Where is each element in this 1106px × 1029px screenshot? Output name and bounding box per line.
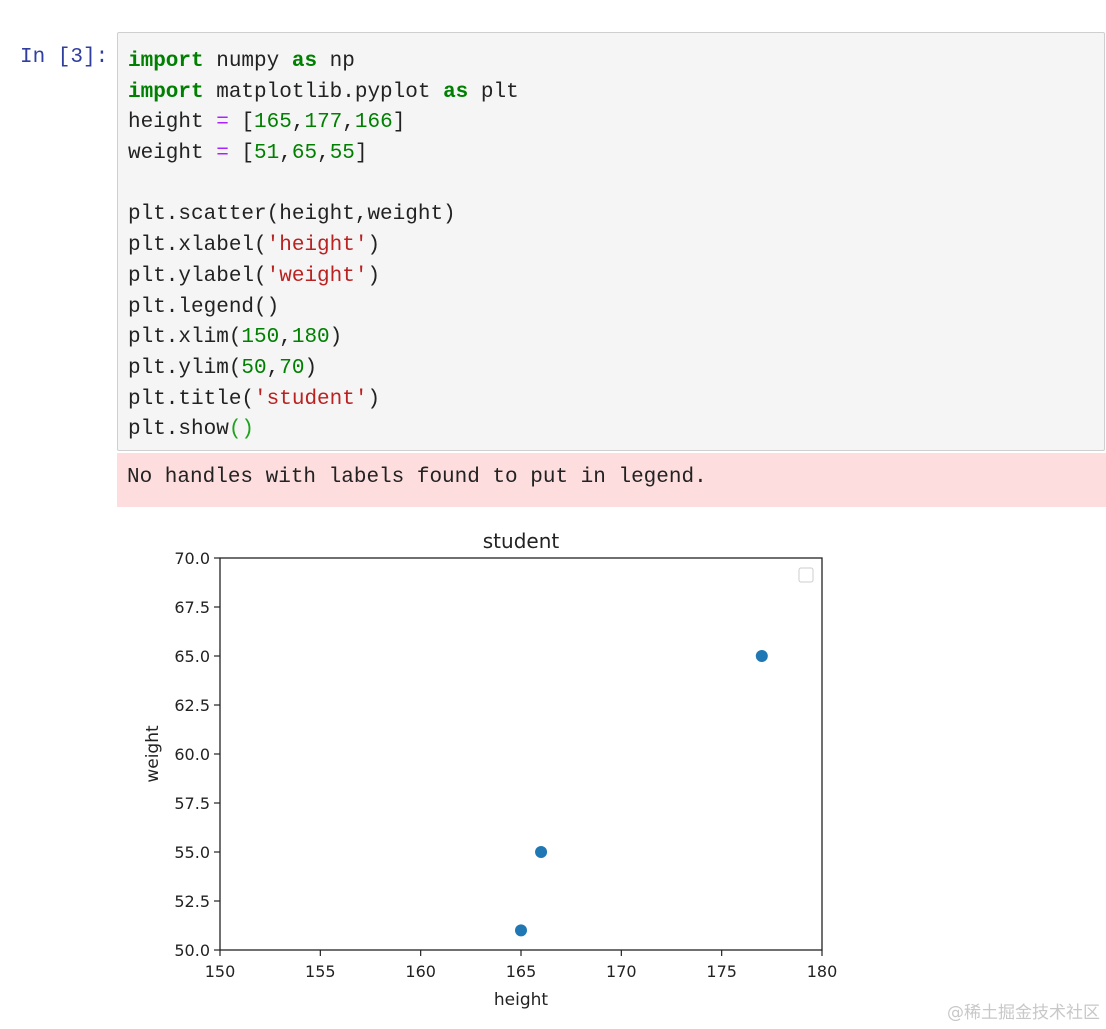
- code-token: plt: [468, 80, 519, 104]
- code-token: 177: [304, 111, 343, 135]
- code-line: weight = [51,65,55]: [128, 139, 1104, 170]
- code-token: ): [329, 326, 343, 350]
- code-token: 180: [291, 326, 330, 350]
- code-token: matplotlib.pyplot: [203, 80, 444, 104]
- scatter-chart: student 150 155 160 165 170 175 180 50.0 52.5 55…: [143, 529, 838, 1010]
- code-token: plt.scatter(height,weight): [128, 203, 456, 227]
- code-token: 150: [241, 326, 280, 350]
- code-token: ): [367, 234, 381, 258]
- x-tick-label: 150: [205, 962, 236, 981]
- code-token: ]: [392, 111, 406, 135]
- code-line: import matplotlib.pyplot as plt: [128, 78, 1104, 109]
- stderr-output: No handles with labels found to put in l…: [117, 453, 1106, 507]
- x-axis-label: height: [494, 990, 549, 1010]
- legend-box: [798, 567, 814, 583]
- code-token: 166: [354, 111, 393, 135]
- code-line: plt.xlabel('height'): [128, 231, 1104, 262]
- code-token: ,: [342, 111, 355, 135]
- code-line: plt.scatter(height,weight): [128, 200, 1104, 231]
- y-tick-label: 50.0: [174, 941, 210, 960]
- code-line: plt.ylim(50,70): [128, 354, 1104, 385]
- code-token: import: [128, 80, 204, 104]
- code-token: 'weight': [266, 264, 368, 288]
- code-token: as: [443, 80, 469, 104]
- code-token: numpy: [203, 50, 292, 73]
- notebook-page: In [3]: import numpy as np import matplot…: [0, 0, 1106, 1029]
- x-tick-label: 170: [606, 962, 637, 981]
- plot-area: [219, 557, 823, 951]
- x-tick-label: 175: [706, 962, 737, 981]
- code-token: np: [317, 50, 355, 73]
- code-token: ): [304, 356, 318, 380]
- scatter-point: [755, 650, 768, 662]
- code-token: plt.show: [128, 418, 229, 442]
- y-tick-label: 67.5: [174, 598, 210, 617]
- code-token: ,: [291, 111, 305, 135]
- code-token: 70: [279, 356, 305, 380]
- code-cell[interactable]: import numpy as np import matplotlib.pypl…: [117, 32, 1105, 451]
- y-tick-label: 55.0: [174, 843, 210, 862]
- y-axis: 50.0 52.5 55.0 57.5 60.0 62.5 65.0 67.5 70.0: [174, 549, 220, 960]
- chart-title: student: [483, 529, 560, 553]
- y-tick-label: 60.0: [174, 745, 210, 764]
- code-line: import numpy as np: [128, 47, 1104, 78]
- x-axis: 150 155 160 165 170 175 180: [205, 950, 838, 981]
- code-token: ,: [279, 326, 292, 350]
- code-token: ,: [279, 142, 292, 166]
- code-line: height = [165,177,166]: [128, 108, 1104, 139]
- code-token: 'student': [254, 387, 368, 411]
- watermark: @稀土掘金技术社区: [947, 1003, 1100, 1023]
- code-token: as: [291, 50, 318, 73]
- code-token: ,: [266, 356, 280, 380]
- y-axis-label: weight: [143, 725, 163, 783]
- y-tick-label: 62.5: [174, 696, 210, 715]
- scatter-point: [515, 924, 527, 937]
- code-line: plt.legend(): [128, 293, 1104, 324]
- y-tick-label: 57.5: [174, 794, 210, 813]
- code-token: import: [128, 50, 204, 73]
- code-line: plt.show(): [128, 415, 1104, 446]
- code-token: plt.ylim(: [128, 356, 242, 380]
- code-token: plt.title(: [128, 387, 255, 411]
- code-token: 51: [254, 142, 280, 166]
- code-line: plt.xlim(150,180): [128, 323, 1104, 354]
- y-tick-label: 70.0: [174, 549, 210, 568]
- code-token: 55: [329, 142, 355, 166]
- y-tick-label: 65.0: [174, 647, 210, 666]
- code-token: plt.ylabel(: [128, 264, 267, 288]
- y-tick-label: 52.5: [174, 892, 210, 911]
- code-token: =: [216, 142, 229, 166]
- code-token: plt.legend(): [128, 295, 280, 319]
- code-token: ): [367, 387, 381, 411]
- code-token: plt.xlabel(: [128, 234, 267, 258]
- code-token: ): [367, 264, 381, 288]
- code-token: weight: [128, 142, 217, 166]
- code-token: [: [228, 111, 255, 135]
- x-tick-label: 155: [305, 962, 336, 981]
- scatter-point: [535, 846, 548, 858]
- code-line: plt.title('student'): [128, 385, 1104, 416]
- code-token: plt.xlim(: [128, 326, 242, 350]
- code-token: height: [128, 111, 217, 135]
- code-line: plt.ylabel('weight'): [128, 262, 1104, 293]
- x-tick-label: 160: [405, 962, 436, 981]
- code-token: (): [228, 418, 255, 442]
- x-tick-label: 165: [506, 962, 537, 981]
- code-token: [: [228, 142, 255, 166]
- code-token: 50: [241, 356, 267, 380]
- x-tick-label: 180: [807, 962, 838, 981]
- code-token: ]: [354, 142, 368, 166]
- input-prompt: In [3]:: [20, 46, 109, 69]
- code-token: =: [216, 111, 229, 135]
- code-token: 165: [254, 111, 292, 135]
- code-token: 65: [291, 142, 318, 166]
- code-token: ,: [317, 142, 330, 166]
- code-token: 'height': [266, 234, 368, 258]
